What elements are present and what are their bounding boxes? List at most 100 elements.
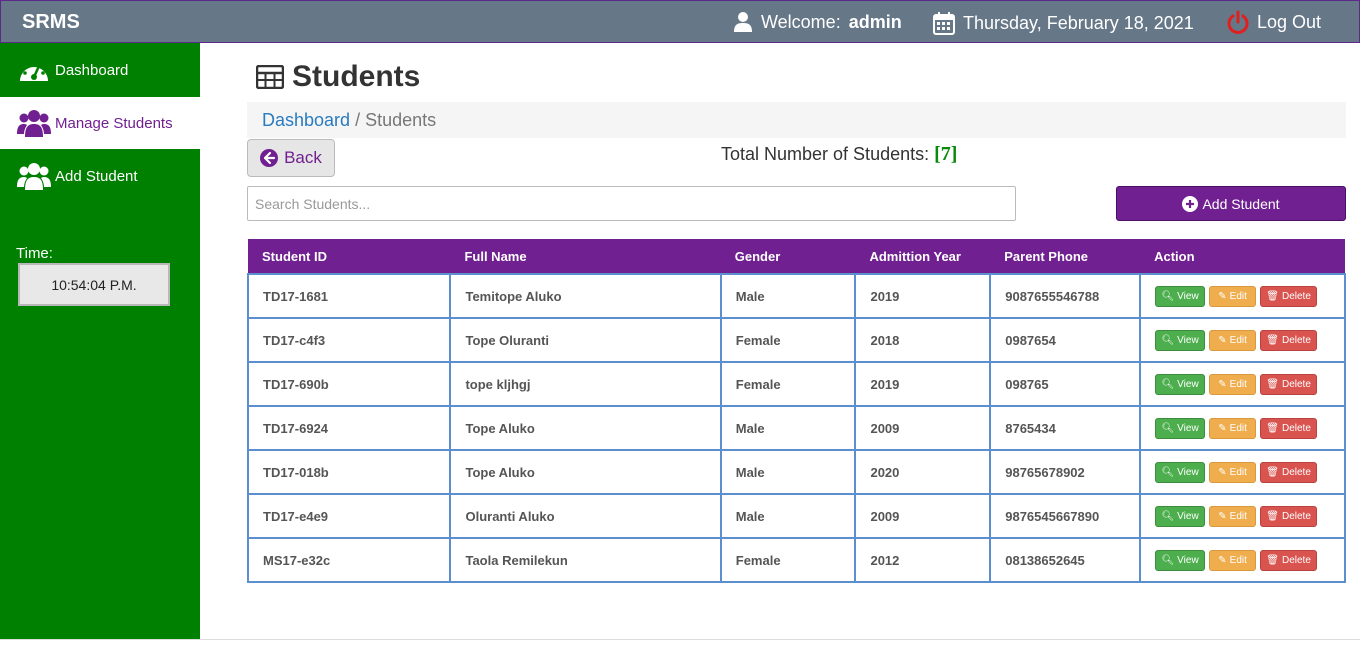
students-table: Student ID Full Name Gender Admittion Ye… <box>246 239 1346 583</box>
delete-button[interactable]: 🗑︎ Delete <box>1260 461 1318 483</box>
view-label: View <box>1177 334 1199 346</box>
edit-label: Edit <box>1229 510 1247 522</box>
phone-cell: 098765 <box>989 361 1142 407</box>
trash-icon: 🗑︎ <box>1266 466 1279 478</box>
page-title: Students <box>256 60 420 94</box>
column-header: Gender <box>720 239 856 274</box>
delete-button[interactable]: 🗑︎ Delete <box>1260 505 1318 527</box>
action-cell: 🔍︎ View ✎ Edit 🗑︎ Delete <box>1139 317 1346 363</box>
view-button[interactable]: 🔍︎ View <box>1155 285 1206 307</box>
edit-button[interactable]: ✎ Edit <box>1209 417 1257 439</box>
phone-cell: 9087655546788 <box>989 273 1142 319</box>
edit-button[interactable]: ✎ Edit <box>1209 285 1257 307</box>
brand-logo[interactable]: SRMS <box>22 11 80 34</box>
action-cell: 🔍︎ View ✎ Edit 🗑︎ Delete <box>1139 493 1346 539</box>
dashboard-icon <box>17 55 51 85</box>
sidebar-item-add-student[interactable]: Add Student <box>0 150 200 202</box>
trash-icon: 🗑︎ <box>1266 290 1279 302</box>
back-label: Back <box>284 148 322 167</box>
edit-button[interactable]: ✎ Edit <box>1209 329 1257 351</box>
edit-icon: ✎ <box>1218 378 1227 390</box>
user-icon <box>734 12 752 32</box>
action-cell: 🔍︎ View ✎ Edit 🗑︎ Delete <box>1139 361 1346 407</box>
page-title-text: Students <box>292 60 421 93</box>
full-name-cell: Tope Aluko <box>449 405 722 451</box>
view-button[interactable]: 🔍︎ View <box>1155 549 1206 571</box>
student-id-cell: TD17-6924 <box>246 405 452 451</box>
phone-cell: 08138652645 <box>989 537 1142 583</box>
gender-cell: Male <box>719 493 857 539</box>
trash-icon: 🗑︎ <box>1266 554 1279 566</box>
table-row: TD17-c4f3 Tope Oluranti Female 2018 0987… <box>246 317 1346 363</box>
delete-label: Delete <box>1281 334 1311 346</box>
full-name-cell: Tope Oluranti <box>449 317 722 363</box>
gender-cell: Female <box>719 317 857 363</box>
power-icon <box>1227 10 1249 34</box>
trash-icon: 🗑︎ <box>1266 378 1279 390</box>
trash-icon: 🗑︎ <box>1266 422 1279 434</box>
view-button[interactable]: 🔍︎ View <box>1155 373 1206 395</box>
sidebar-item-manage-students[interactable]: Manage Students <box>0 97 200 149</box>
table-row: TD17-1681 Temitope Aluko Male 2019 90876… <box>246 273 1346 319</box>
trash-icon: 🗑︎ <box>1266 334 1279 346</box>
edit-button[interactable]: ✎ Edit <box>1209 461 1257 483</box>
total-count: [7] <box>934 143 958 165</box>
view-label: View <box>1177 290 1199 302</box>
gender-cell: Male <box>719 273 857 319</box>
table-row: TD17-690b tope kljhgj Female 2019 098765… <box>246 361 1346 407</box>
delete-button[interactable]: 🗑︎ Delete <box>1260 417 1318 439</box>
calendar-icon <box>933 12 955 35</box>
year-cell: 2019 <box>854 273 992 319</box>
table-row: TD17-6924 Tope Aluko Male 2009 8765434 🔍… <box>246 405 1346 451</box>
delete-button[interactable]: 🗑︎ Delete <box>1260 285 1318 307</box>
time-label: Time: <box>16 245 53 262</box>
edit-label: Edit <box>1229 554 1247 566</box>
year-cell: 2009 <box>854 493 992 539</box>
gender-cell: Male <box>719 405 857 451</box>
action-cell: 🔍︎ View ✎ Edit 🗑︎ Delete <box>1139 449 1346 495</box>
phone-cell: 98765678902 <box>989 449 1142 495</box>
sidebar-item-dashboard[interactable]: Dashboard <box>0 44 200 96</box>
current-date: Thursday, February 18, 2021 <box>933 11 1194 35</box>
breadcrumb-home-link[interactable]: Dashboard <box>262 110 350 130</box>
column-header: Admittion Year <box>855 239 991 274</box>
delete-label: Delete <box>1281 466 1311 478</box>
delete-button[interactable]: 🗑︎ Delete <box>1260 373 1318 395</box>
delete-button[interactable]: 🗑︎ Delete <box>1260 329 1318 351</box>
year-cell: 2019 <box>854 361 992 407</box>
edit-button[interactable]: ✎ Edit <box>1209 505 1257 527</box>
edit-button[interactable]: ✎ Edit <box>1209 549 1257 571</box>
delete-label: Delete <box>1281 290 1311 302</box>
breadcrumb: Dashboard / Students <box>247 102 1346 138</box>
phone-cell: 0987654 <box>989 317 1142 363</box>
view-button[interactable]: 🔍︎ View <box>1155 461 1206 483</box>
back-button[interactable]: Back <box>247 139 335 177</box>
view-button[interactable]: 🔍︎ View <box>1155 417 1206 439</box>
view-label: View <box>1177 554 1199 566</box>
delete-label: Delete <box>1281 510 1311 522</box>
column-header: Full Name <box>450 239 721 274</box>
view-button[interactable]: 🔍︎ View <box>1155 505 1206 527</box>
gender-cell: Female <box>719 361 857 407</box>
table-header-row: Student ID Full Name Gender Admittion Ye… <box>248 239 1345 274</box>
sidebar: Dashboard Manage Students Add Student Ti… <box>0 43 200 639</box>
table-row: TD17-018b Tope Aluko Male 2020 987656789… <box>246 449 1346 495</box>
view-label: View <box>1177 378 1199 390</box>
view-label: View <box>1177 466 1199 478</box>
view-button[interactable]: 🔍︎ View <box>1155 329 1206 351</box>
add-student-button[interactable]: Add Student <box>1116 186 1346 221</box>
delete-label: Delete <box>1281 378 1311 390</box>
search-icon: 🔍︎ <box>1161 378 1175 390</box>
student-id-cell: TD17-018b <box>246 449 452 495</box>
edit-button[interactable]: ✎ Edit <box>1209 373 1257 395</box>
arrow-circle-left-icon <box>260 149 279 167</box>
delete-label: Delete <box>1281 422 1311 434</box>
search-input[interactable] <box>247 186 1016 221</box>
table-row: MS17-e32c Taola Remilekun Female 2012 08… <box>246 537 1346 583</box>
edit-icon: ✎ <box>1218 334 1227 346</box>
table-icon <box>256 65 284 89</box>
delete-button[interactable]: 🗑︎ Delete <box>1260 549 1318 571</box>
logout-button[interactable]: Log Out <box>1227 10 1321 34</box>
action-cell: 🔍︎ View ✎ Edit 🗑︎ Delete <box>1139 273 1346 319</box>
student-id-cell: TD17-c4f3 <box>246 317 452 363</box>
